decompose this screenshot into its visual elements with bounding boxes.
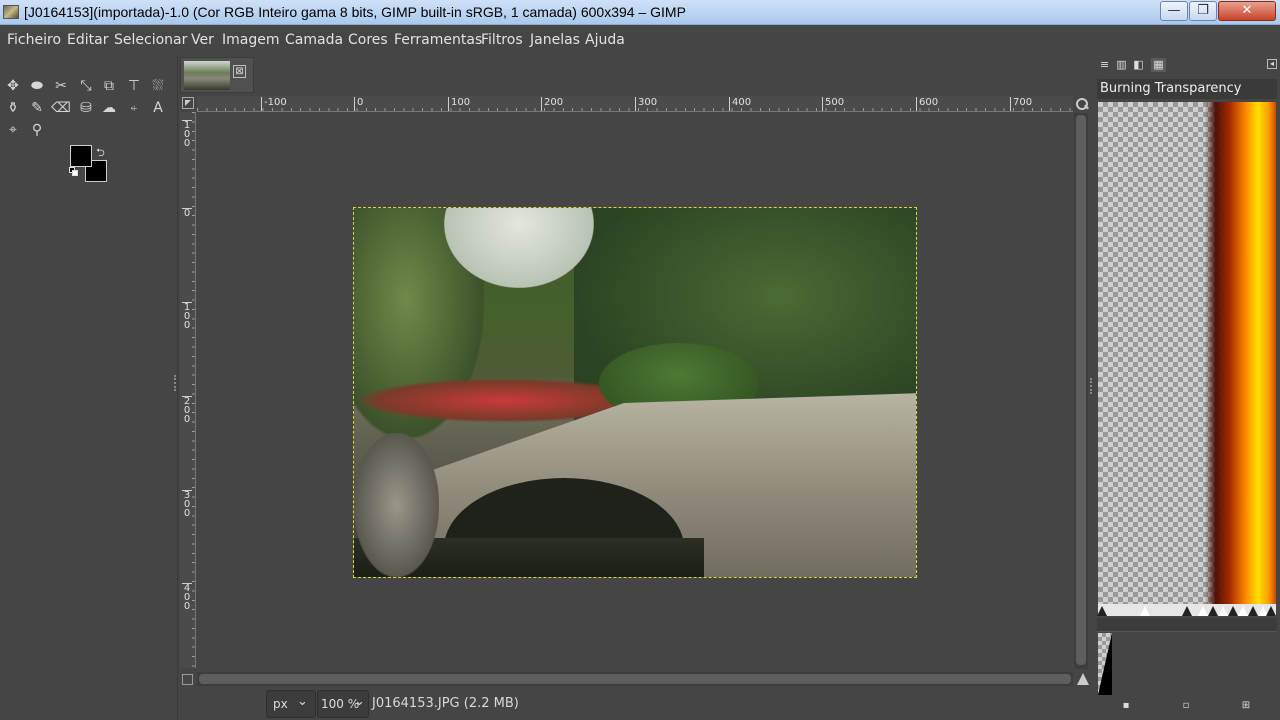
gradient-name: Burning Transparency xyxy=(1097,79,1277,99)
clone-icon[interactable]: ⛁ xyxy=(76,98,96,118)
layers-icon[interactable]: ≡ xyxy=(1097,58,1112,72)
menu-camada[interactable]: Camada xyxy=(285,32,343,48)
dock-lower-header xyxy=(1097,618,1277,632)
align-icon[interactable]: ⤡ xyxy=(76,76,96,96)
window-title: [J0164153](importada)-1.0 (Cor RGB Intei… xyxy=(24,4,686,20)
menu-cores[interactable]: Cores xyxy=(348,32,388,48)
path-icon[interactable]: ⍅ xyxy=(124,98,144,118)
menu-imagem[interactable]: Imagem xyxy=(222,32,279,48)
gradient-stop[interactable] xyxy=(1266,606,1276,616)
eraser-icon[interactable]: ⌫ xyxy=(51,98,71,118)
ruler-label: 400 xyxy=(729,97,751,111)
dock-button[interactable]: ⊞ xyxy=(1239,700,1253,712)
reset-colors-icon[interactable] xyxy=(69,167,79,177)
toolbox: ✥ ⬬ ✂ ⤡ ⧉ ⊤ ⛆ ⚱ ✎ ⌫ ⛁ ☁ ⍅ A ⌖ ⚲ ⮌ xyxy=(0,55,178,720)
dock-menu-icon[interactable]: ◂ xyxy=(1267,59,1277,69)
gimp-window: [J0164153](importada)-1.0 (Cor RGB Intei… xyxy=(0,0,1280,720)
menu-ficheiro[interactable]: Ficheiro xyxy=(7,32,61,48)
zoom-icon[interactable]: ⚲ xyxy=(27,120,47,140)
ruler-label: 700 xyxy=(1010,97,1032,111)
menu-editar[interactable]: Editar xyxy=(67,32,108,48)
image-thumbnail xyxy=(184,61,230,90)
ruler-label: 100 xyxy=(448,97,470,111)
title-bar: [J0164153](importada)-1.0 (Cor RGB Intei… xyxy=(0,0,1280,25)
menu-selecionar[interactable]: Selecionar xyxy=(114,32,187,48)
smudge-icon[interactable]: ☁ xyxy=(99,98,119,118)
ruler-label: 3 0 0 xyxy=(182,490,192,519)
brush-icon[interactable]: ✎ xyxy=(27,98,47,118)
image-content xyxy=(444,208,594,288)
toolbox-resize-handle[interactable] xyxy=(174,375,177,391)
gradient-stop[interactable] xyxy=(1238,606,1248,616)
crop-icon[interactable]: ⧉ xyxy=(99,76,119,96)
gradient-stops-bar[interactable] xyxy=(1097,604,1276,616)
minimize-button[interactable]: — xyxy=(1160,1,1188,21)
fuzzy-select-icon[interactable]: ⬬ xyxy=(27,76,47,96)
menu-ferramentas[interactable]: Ferramentas xyxy=(394,32,482,48)
dock-tabs: ≡ ▥ ◧ ▦ ◂ xyxy=(1095,55,1280,75)
paint-icon[interactable]: ⚱ xyxy=(3,98,23,118)
channels-icon[interactable]: ▥ xyxy=(1114,58,1129,72)
image-tab[interactable]: ⊠ xyxy=(180,57,254,93)
zoom-image-icon[interactable] xyxy=(1075,97,1089,111)
menu-filtros[interactable]: Filtros xyxy=(481,32,523,48)
gradient-stop[interactable] xyxy=(1218,606,1228,616)
ruler-label: 2 0 0 xyxy=(182,396,192,425)
horizontal-scrollbar[interactable] xyxy=(197,672,1073,686)
color-picker-icon[interactable]: ⌖ xyxy=(3,120,23,140)
chevron-down-icon: ⌄ xyxy=(354,694,365,709)
ruler-label: 200 xyxy=(541,97,563,111)
dock-button[interactable]: ▫ xyxy=(1179,700,1193,712)
text-icon[interactable]: A xyxy=(148,98,168,118)
gradients-icon[interactable]: ◧ xyxy=(1131,58,1146,72)
zoom-select[interactable]: 100 % ⌄ xyxy=(317,690,369,718)
gradient-stop[interactable] xyxy=(1140,606,1150,616)
app-icon xyxy=(3,5,19,19)
chevron-down-icon: ⌄ xyxy=(297,694,308,709)
gradient-preview[interactable] xyxy=(1098,102,1276,604)
ruler-label: 4 0 0 xyxy=(182,583,192,612)
gradient-stop[interactable] xyxy=(1182,606,1192,616)
dock-button[interactable]: ▪ xyxy=(1119,700,1133,712)
gradient-stop[interactable] xyxy=(1198,606,1208,616)
gradient-stop[interactable] xyxy=(1097,606,1107,616)
ruler-label: 300 xyxy=(635,97,657,111)
swap-colors-icon[interactable]: ⮌ xyxy=(96,144,105,163)
close-tab-icon[interactable]: ⊠ xyxy=(233,65,246,78)
ruler-label: 0 xyxy=(354,97,363,111)
menu-ver[interactable]: Ver xyxy=(191,32,214,48)
dock-resize-handle[interactable] xyxy=(1090,378,1093,394)
gradient-stop[interactable] xyxy=(1208,606,1218,616)
vertical-scrollbar[interactable] xyxy=(1074,113,1088,669)
file-info: J0164153.JPG (2.2 MB) xyxy=(372,696,519,711)
quick-mask-icon[interactable] xyxy=(182,674,193,685)
maximize-button[interactable]: ❐ xyxy=(1189,1,1217,21)
text-transform-icon[interactable]: ⊤ xyxy=(124,76,144,96)
ruler-corner-icon[interactable] xyxy=(182,97,194,109)
vertical-scroll-thumb[interactable] xyxy=(1076,115,1086,665)
menu-ajuda[interactable]: Ajuda xyxy=(585,32,625,48)
bucket-icon[interactable]: ⛆ xyxy=(148,76,168,96)
move-icon[interactable]: ✥ xyxy=(3,76,23,96)
patterns-icon[interactable]: ▦ xyxy=(1151,58,1166,72)
navigate-icon[interactable] xyxy=(1077,673,1089,685)
unit-select[interactable]: px ⌄ xyxy=(266,690,316,718)
ruler-label: -100 xyxy=(261,97,287,111)
unit-value: px xyxy=(273,697,288,711)
horizontal-scroll-thumb[interactable] xyxy=(199,674,1071,684)
foreground-color-swatch[interactable] xyxy=(70,145,92,167)
scissors-icon[interactable]: ✂ xyxy=(51,76,71,96)
ruler-label: 0 xyxy=(182,208,192,219)
gradient-stop[interactable] xyxy=(1248,606,1258,616)
menu-bar: Ficheiro Editar Selecionar Ver Imagem Ca… xyxy=(0,26,1280,55)
close-button[interactable]: ✕ xyxy=(1218,1,1276,21)
menu-janelas[interactable]: Janelas xyxy=(530,32,580,48)
ruler-label: 1 0 0 xyxy=(182,120,192,149)
image-canvas[interactable] xyxy=(353,207,917,578)
image-content xyxy=(354,433,439,577)
ruler-label: 500 xyxy=(822,97,844,111)
gradient-stop[interactable] xyxy=(1228,606,1238,616)
ruler-label: 600 xyxy=(916,97,938,111)
ruler-label: 1 0 0 xyxy=(182,302,192,331)
